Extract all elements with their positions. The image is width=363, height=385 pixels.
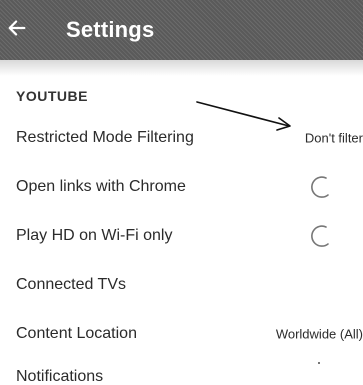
app-bar-shadow [0,60,363,76]
setting-open-links-chrome[interactable]: Open links with Chrome [0,162,363,212]
setting-label: Notifications [16,368,104,385]
setting-connected-tvs[interactable]: Connected TVs [0,260,363,310]
setting-play-hd-wifi[interactable]: Play HD on Wi-Fi only [0,211,363,261]
page-title: Settings [66,17,155,42]
toggle-off-icon [311,176,329,198]
setting-label: Restricted Mode Filtering [16,129,194,146]
toggle-off-icon [311,225,329,247]
section-header-youtube: YOUTUBE [16,88,88,104]
settings-screen: Settings YOUTUBE Restricted Mode Filteri… [0,0,363,385]
toggle-switch[interactable] [308,223,334,249]
divider-dot [318,362,320,364]
setting-label: Content Location [16,325,137,342]
setting-label: Connected TVs [16,276,126,293]
setting-notifications[interactable]: Notifications [0,352,363,385]
back-button[interactable] [0,0,48,60]
app-bar: Settings [0,0,363,60]
setting-label: Open links with Chrome [16,178,186,195]
arrow-left-icon [6,17,28,44]
setting-restricted-mode[interactable]: Restricted Mode Filtering Don't filter [0,113,363,163]
setting-value: Don't filter [304,130,363,146]
setting-label: Play HD on Wi-Fi only [16,227,173,244]
toggle-switch[interactable] [308,174,334,200]
setting-value: Worldwide (All) [275,326,363,342]
